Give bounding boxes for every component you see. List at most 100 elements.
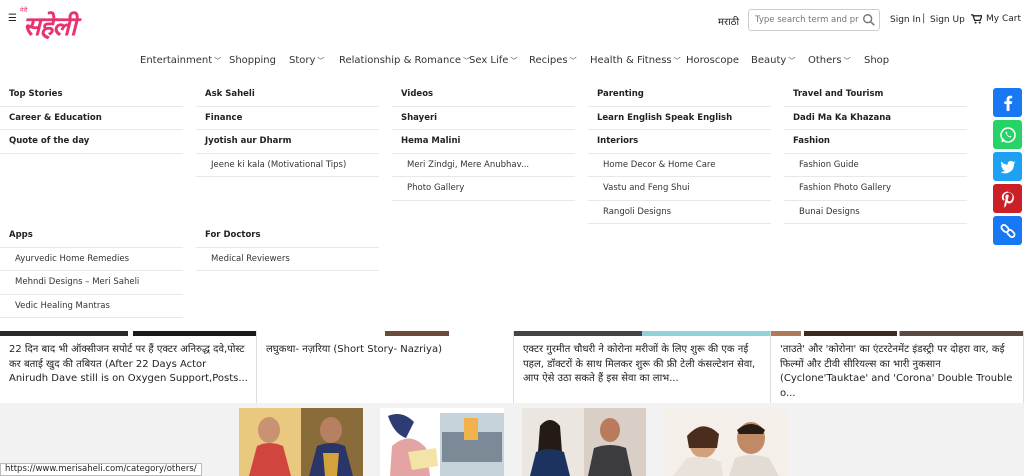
menu-item[interactable]: Top Stories: [0, 83, 183, 107]
submenu-item[interactable]: Fashion Photo Gallery: [784, 177, 967, 201]
menu-item[interactable]: Career & Education: [0, 107, 183, 130]
cart-link[interactable]: My Cart: [971, 14, 1021, 24]
submenu-item[interactable]: Fashion Guide: [784, 154, 967, 177]
article-title: लघुकथा- नज़रिया (Short Story- Nazriya): [266, 344, 442, 355]
nav-shop[interactable]: Shop: [864, 55, 889, 66]
chevron-down-icon: ﹀: [569, 57, 577, 65]
menu-column-5: Travel and Tourism Dadi Ma Ka Khazana Fa…: [784, 83, 967, 224]
menu-item[interactable]: Fashion: [784, 130, 967, 154]
nav-shopping[interactable]: Shopping: [229, 55, 276, 66]
menu-column-2: Ask Saheli Finance Jyotish aur Dharm Jee…: [196, 83, 379, 177]
submenu-item[interactable]: Home Decor & Home Care: [588, 154, 771, 177]
sign-up-link[interactable]: Sign Up: [930, 15, 965, 25]
facebook-icon: [1003, 95, 1012, 111]
article-card[interactable]: लघुकथा- नज़रिया (Short Story- Nazriya): [257, 331, 514, 403]
submenu-item[interactable]: Photo Gallery: [392, 177, 575, 201]
nav-sex-life[interactable]: Sex Life ﹀: [469, 55, 517, 66]
menu-item[interactable]: Finance: [196, 107, 379, 130]
hamburger-menu-icon[interactable]: ☰: [8, 13, 17, 24]
chevron-down-icon: ﹀: [317, 57, 325, 65]
thumbnail-image[interactable]: [380, 408, 504, 476]
main-nav: Entertainment ﹀ Shopping Story ﹀ Relations…: [0, 55, 1024, 69]
chevron-down-icon: ﹀: [843, 57, 851, 65]
facebook-share-button[interactable]: [993, 88, 1022, 117]
submenu-item[interactable]: Jeene ki kala (Motivational Tips): [196, 154, 379, 177]
nav-horoscope[interactable]: Horoscope: [686, 55, 739, 66]
sign-in-link[interactable]: Sign In: [890, 15, 921, 25]
twitter-share-button[interactable]: [993, 152, 1022, 181]
menu-item[interactable]: Learn English Speak English: [588, 107, 771, 130]
thumbnail-image[interactable]: [663, 408, 787, 476]
submenu-item[interactable]: Vastu and Feng Shui: [588, 177, 771, 201]
submenu-item[interactable]: Meri Zindgi, Mere Anubhav...: [392, 154, 575, 177]
thumbnail-image[interactable]: [239, 408, 363, 476]
nav-label: Relationship & Romance: [339, 55, 462, 66]
submenu-item[interactable]: Ayurvedic Home Remedies: [0, 248, 183, 271]
site-logo[interactable]: मेरी सहेली: [17, 4, 99, 42]
nav-label: Recipes: [529, 55, 568, 66]
article-cards: 22 दिन बाद भी ऑक्सीजन सपोर्ट पर हैं एक्ट…: [0, 331, 1024, 403]
header-separator: |: [922, 13, 926, 24]
chevron-down-icon: ﹀: [510, 57, 518, 65]
menu-item-apps[interactable]: Apps: [0, 224, 183, 248]
cart-label: My Cart: [986, 14, 1021, 24]
menu-item[interactable]: Ask Saheli: [196, 83, 379, 107]
search-icon[interactable]: [862, 13, 876, 27]
thumbnail-image[interactable]: [522, 408, 646, 476]
nav-relationship[interactable]: Relationship & Romance ﹀: [339, 55, 470, 66]
menu-item-for-doctors[interactable]: For Doctors: [196, 224, 379, 248]
nav-story[interactable]: Story ﹀: [289, 55, 324, 66]
menu-item[interactable]: Parenting: [588, 83, 771, 107]
nav-health-fitness[interactable]: Health & Fitness ﹀: [590, 55, 681, 66]
card-image: [514, 331, 770, 336]
pinterest-share-button[interactable]: [993, 184, 1022, 213]
menu-item[interactable]: Travel and Tourism: [784, 83, 967, 107]
article-card[interactable]: 'ताउते' और 'कोरोना' का एंटरटेनमेंट इंडस्…: [771, 331, 1024, 403]
submenu-item[interactable]: Mehndi Designs – Meri Saheli: [0, 271, 183, 295]
pinterest-icon: [1001, 191, 1014, 208]
twitter-icon: [1000, 160, 1015, 173]
chevron-down-icon: ﹀: [214, 57, 222, 65]
nav-beauty[interactable]: Beauty ﹀: [751, 55, 795, 66]
submenu-item[interactable]: Vedic Healing Mantras: [0, 295, 183, 318]
menu-column-doctors: For Doctors Medical Reviewers: [196, 224, 379, 271]
nav-label: Horoscope: [686, 55, 739, 66]
browser-status-url: https://www.merisaheli.com/category/othe…: [0, 463, 202, 476]
search-input[interactable]: [755, 13, 859, 27]
article-title: 'ताउते' और 'कोरोना' का एंटरटेनमेंट इंडस्…: [780, 344, 1013, 399]
nav-recipes[interactable]: Recipes ﹀: [529, 55, 577, 66]
submenu-item[interactable]: Bunai Designs: [784, 201, 967, 224]
thumbnail-photo: [522, 408, 646, 476]
search-box: [748, 9, 880, 31]
whatsapp-share-button[interactable]: [993, 120, 1022, 149]
thumbnail-photo: [663, 408, 787, 476]
menu-column-3: Videos Shayeri Hema Malini Meri Zindgi, …: [392, 83, 575, 201]
card-image: [257, 331, 513, 336]
article-title: एक्टर गुरमीत चौधरी ने कोरोना मरीजों के ल…: [523, 344, 756, 384]
menu-item[interactable]: Dadi Ma Ka Khazana: [784, 107, 967, 130]
article-card[interactable]: एक्टर गुरमीत चौधरी ने कोरोना मरीजों के ल…: [514, 331, 771, 403]
submenu-item[interactable]: Rangoli Designs: [588, 201, 771, 224]
nav-label: Shopping: [229, 55, 276, 66]
menu-item[interactable]: Quote of the day: [0, 130, 183, 154]
nav-others[interactable]: Others ﹀: [808, 55, 851, 66]
copy-link-button[interactable]: [993, 216, 1022, 245]
article-title: 22 दिन बाद भी ऑक्सीजन सपोर्ट पर हैं एक्ट…: [9, 344, 248, 384]
nav-entertainment[interactable]: Entertainment ﹀: [140, 55, 221, 66]
menu-column-apps: Apps Ayurvedic Home Remedies Mehndi Desi…: [0, 224, 183, 318]
nav-label: Beauty: [751, 55, 787, 66]
nav-label: Sex Life: [469, 55, 509, 66]
chevron-down-icon: ﹀: [673, 57, 681, 65]
menu-item[interactable]: Videos: [392, 83, 575, 107]
submenu-item[interactable]: Medical Reviewers: [196, 248, 379, 271]
menu-item[interactable]: Jyotish aur Dharm: [196, 130, 379, 154]
menu-item[interactable]: Interiors: [588, 130, 771, 154]
menu-column-1: Top Stories Career & Education Quote of …: [0, 83, 183, 154]
menu-item[interactable]: Shayeri: [392, 107, 575, 130]
menu-item[interactable]: Hema Malini: [392, 130, 575, 154]
nav-label: Story: [289, 55, 316, 66]
nav-label: Entertainment: [140, 55, 213, 66]
thumbnail-photo: [380, 408, 504, 476]
article-card[interactable]: 22 दिन बाद भी ऑक्सीजन सपोर्ट पर हैं एक्ट…: [0, 331, 257, 403]
language-link[interactable]: मराठी: [718, 14, 739, 28]
